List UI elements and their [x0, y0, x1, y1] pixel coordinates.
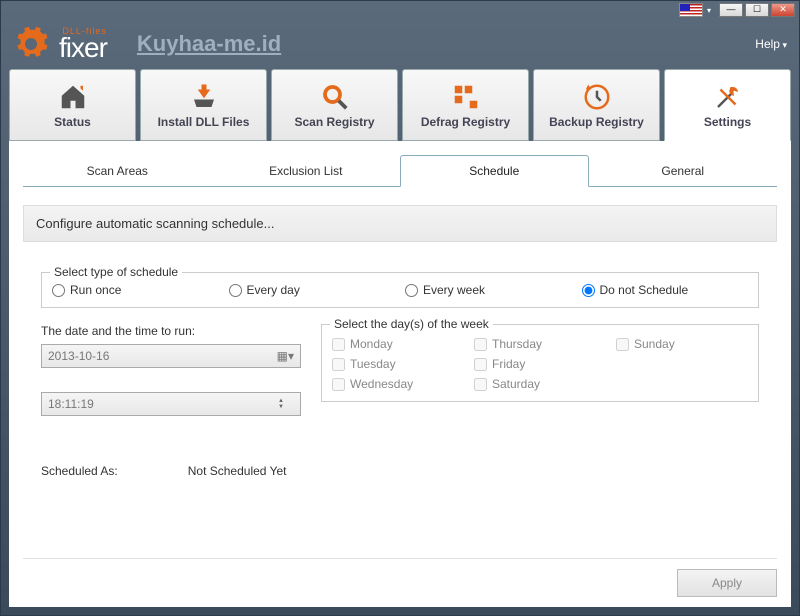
- days-of-week-group: Select the day(s) of the week Monday Thu…: [321, 324, 759, 402]
- radio-every-week-input[interactable]: [405, 284, 418, 297]
- sub-tab-bar: Scan Areas Exclusion List Schedule Gener…: [23, 155, 777, 187]
- checkbox-monday[interactable]: Monday: [332, 337, 464, 351]
- tab-defrag-label: Defrag Registry: [421, 115, 510, 129]
- checkbox-sunday[interactable]: Sunday: [616, 337, 748, 351]
- checkbox-thursday[interactable]: Thursday: [474, 337, 606, 351]
- app-window: ▾ — ☐ ✕ DLL-files fixer Kuyhaa-me.id Hel…: [0, 0, 800, 616]
- scheduled-as-label: Scheduled As:: [41, 464, 118, 478]
- subtab-exclusion-list[interactable]: Exclusion List: [212, 155, 401, 186]
- subtab-general[interactable]: General: [589, 155, 778, 186]
- search-icon: [320, 82, 350, 112]
- radio-every-day[interactable]: Every day: [229, 283, 396, 297]
- minimize-button[interactable]: —: [719, 3, 743, 17]
- gear-logo-icon: [13, 26, 49, 62]
- checkbox-tuesday[interactable]: Tuesday: [332, 357, 464, 371]
- tab-backup-label: Backup Registry: [549, 115, 644, 129]
- brand-name: fixer: [59, 35, 107, 60]
- tab-settings[interactable]: Settings: [664, 69, 791, 141]
- schedule-form: Select type of schedule Run once Every d…: [23, 272, 777, 478]
- checkbox-wednesday[interactable]: Wednesday: [332, 377, 464, 391]
- brand-logo: DLL-files fixer: [59, 27, 107, 60]
- calendar-dropdown-icon[interactable]: ▦▾: [277, 349, 294, 363]
- radio-do-not-schedule[interactable]: Do not Schedule: [582, 283, 749, 297]
- datetime-label: The date and the time to run:: [41, 324, 301, 338]
- download-icon: [189, 82, 219, 112]
- watermark-text: Kuyhaa-me.id: [137, 31, 281, 57]
- time-value: 18:11:19: [48, 397, 94, 411]
- tab-status-label: Status: [54, 115, 91, 129]
- date-picker[interactable]: 2013-10-16 ▦▾: [41, 344, 301, 368]
- maximize-button[interactable]: ☐: [745, 3, 769, 17]
- subtab-schedule[interactable]: Schedule: [400, 155, 589, 187]
- section-banner: Configure automatic scanning schedule...: [23, 205, 777, 242]
- time-spinner-icon[interactable]: ▲▼: [278, 398, 294, 410]
- close-button[interactable]: ✕: [771, 3, 795, 17]
- main-tab-bar: Status Install DLL Files Scan Registry D…: [1, 69, 799, 141]
- radio-every-day-input[interactable]: [229, 284, 242, 297]
- apply-button[interactable]: Apply: [677, 569, 777, 597]
- tab-scan-label: Scan Registry: [294, 115, 374, 129]
- time-picker[interactable]: 18:11:19 ▲▼: [41, 392, 301, 416]
- home-icon: [58, 82, 88, 112]
- content-area: Scan Areas Exclusion List Schedule Gener…: [9, 141, 791, 607]
- schedule-type-legend: Select type of schedule: [50, 265, 182, 279]
- tab-status[interactable]: Status: [9, 69, 136, 141]
- checkbox-saturday[interactable]: Saturday: [474, 377, 606, 391]
- radio-do-not-schedule-input[interactable]: [582, 284, 595, 297]
- language-dropdown-icon[interactable]: ▾: [707, 6, 711, 15]
- titlebar: ▾ — ☐ ✕: [1, 1, 799, 19]
- radio-run-once[interactable]: Run once: [52, 283, 219, 297]
- subtab-scan-areas[interactable]: Scan Areas: [23, 155, 212, 186]
- schedule-type-group: Select type of schedule Run once Every d…: [41, 272, 759, 308]
- tab-backup-registry[interactable]: Backup Registry: [533, 69, 660, 141]
- tab-install-dll[interactable]: Install DLL Files: [140, 69, 267, 141]
- defrag-icon: [451, 82, 481, 112]
- days-legend: Select the day(s) of the week: [330, 317, 493, 331]
- footer-bar: Apply: [23, 558, 777, 597]
- help-menu[interactable]: Help: [755, 37, 787, 51]
- tab-install-label: Install DLL Files: [158, 115, 250, 129]
- header: DLL-files fixer Kuyhaa-me.id Help: [1, 19, 799, 69]
- scheduled-as-value: Not Scheduled Yet: [188, 464, 287, 478]
- radio-every-week[interactable]: Every week: [405, 283, 572, 297]
- backup-icon: [582, 82, 612, 112]
- tab-settings-label: Settings: [704, 115, 751, 129]
- language-flag-icon[interactable]: [679, 3, 703, 17]
- date-value: 2013-10-16: [48, 349, 109, 363]
- tab-defrag-registry[interactable]: Defrag Registry: [402, 69, 529, 141]
- checkbox-friday[interactable]: Friday: [474, 357, 606, 371]
- radio-run-once-input[interactable]: [52, 284, 65, 297]
- tools-icon: [713, 82, 743, 112]
- tab-scan-registry[interactable]: Scan Registry: [271, 69, 398, 141]
